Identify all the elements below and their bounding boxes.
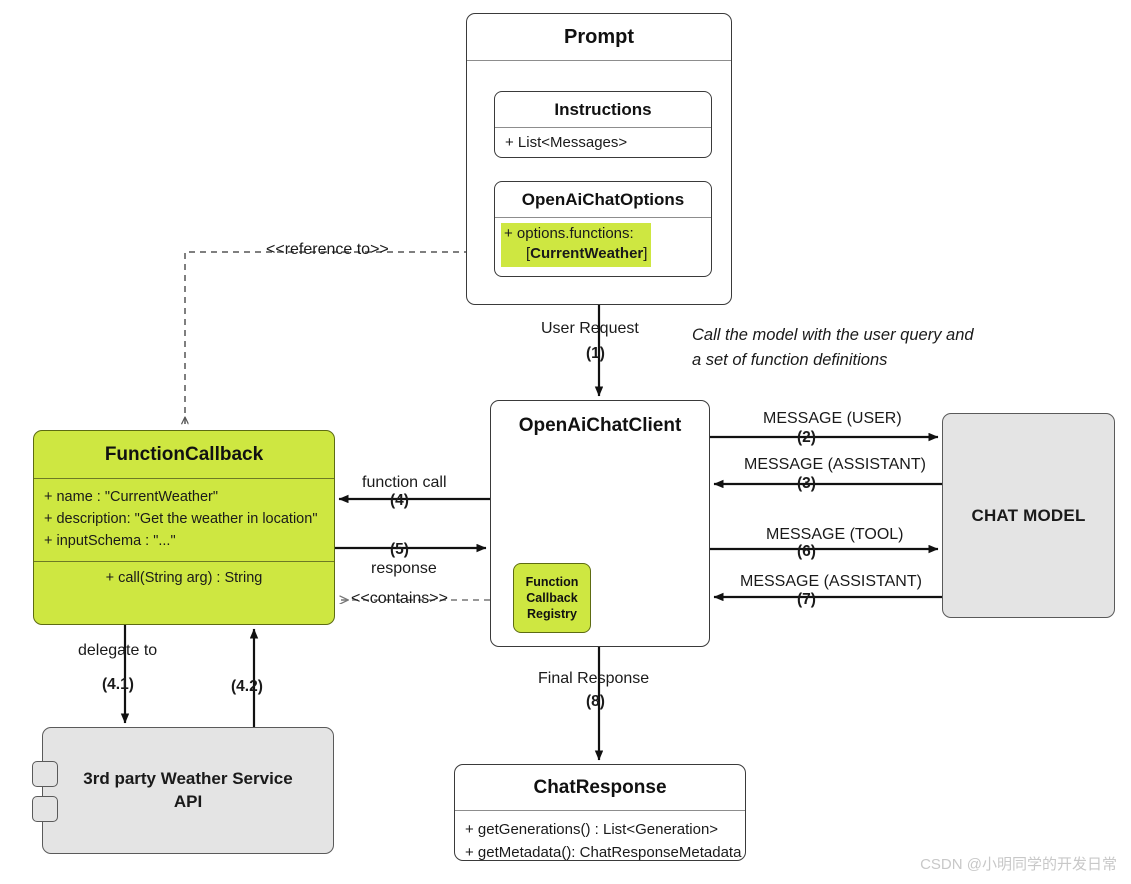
function-callback-operations: + call(String arg) : String	[105, 570, 263, 587]
instructions-attribute: + List<Messages>	[505, 134, 628, 151]
reference-to-label: <<reference to>>	[266, 241, 389, 258]
function-call-label: function call	[362, 474, 447, 491]
call-model-note: Call the model with the user query and a…	[692, 326, 974, 369]
openai-chat-options-title: OpenAiChatOptions	[521, 190, 685, 209]
diagram-canvas: Prompt Instructions + List<Messages> Ope…	[0, 0, 1131, 884]
function-callback-attributes: + name : "CurrentWeather" + description:…	[34, 479, 334, 561]
user-request-label: User Request	[541, 320, 639, 337]
message-tool-label: MESSAGE (TOOL)	[766, 526, 904, 543]
function-callback-registry-box: Function Callback Registry	[513, 563, 591, 633]
instructions-class-box: Instructions + List<Messages>	[494, 91, 712, 158]
message-assistant-1-step: (3)	[797, 475, 816, 492]
attribute-row: + name : "CurrentWeather"	[44, 489, 219, 505]
weather-service-box: 3rd party Weather Service API	[42, 727, 334, 854]
prompt-separator	[467, 60, 731, 61]
final-response-step: (8)	[586, 693, 605, 710]
operation-row: + getMetadata(): ChatResponseMetadata	[465, 843, 742, 861]
options-functions-value: CurrentWeather	[530, 245, 644, 263]
options-functions-bracket-close: ]	[643, 245, 648, 263]
instructions-title: Instructions	[554, 100, 652, 119]
prompt-class-box: Prompt Instructions + List<Messages> Ope…	[466, 13, 732, 305]
chat-model-label: CHAT MODEL	[971, 505, 1086, 525]
openai-chat-options-attribute: + options.functions: [CurrentWeather]	[495, 218, 711, 272]
weather-service-line-2: API	[173, 791, 203, 811]
message-assistant-2-step: (7)	[797, 591, 816, 608]
function-callback-registry-label: Function Callback Registry	[526, 574, 579, 622]
contains-label: <<contains>>	[351, 590, 448, 607]
chat-response-title: ChatResponse	[533, 777, 667, 798]
function-call-step: (4)	[390, 492, 409, 509]
attribute-row: + description: "Get the weather in locat…	[44, 510, 318, 527]
delegate-to-label: delegate to	[78, 642, 158, 659]
openai-chat-client-box: OpenAiChatClient Function Callback Regis…	[490, 400, 710, 647]
message-tool-step: (6)	[797, 543, 816, 560]
csdn-watermark: CSDN @小明同学的开发日常	[920, 856, 1117, 873]
options-functions-bracket-open: [	[526, 245, 531, 263]
weather-service-port-icon-bottom	[32, 796, 58, 822]
weather-service-line-1: 3rd party Weather Service	[83, 768, 293, 788]
message-user-step: (2)	[797, 429, 816, 446]
prompt-title: Prompt	[564, 26, 634, 48]
function-callback-class-box: FunctionCallback + name : "CurrentWeathe…	[33, 430, 335, 625]
response-step: (5)	[390, 541, 409, 558]
chat-model-box: CHAT MODEL	[942, 413, 1115, 618]
final-response-label: Final Response	[538, 670, 650, 687]
options-functions-line1: + options.functions:	[504, 225, 634, 242]
attribute-row: + inputSchema : "..."	[44, 532, 176, 549]
openai-chat-options-class-box: OpenAiChatOptions + options.functions: [C…	[494, 181, 712, 277]
weather-service-port-icon-top	[32, 761, 58, 787]
registry-line-2: Callback	[526, 591, 578, 605]
options-functions-highlight: + options.functions: [CurrentWeather]	[501, 223, 652, 267]
message-assistant-1-label: MESSAGE (ASSISTANT)	[744, 456, 926, 473]
message-assistant-2-label: MESSAGE (ASSISTANT)	[740, 573, 922, 590]
chat-response-class-box: ChatResponse + getGenerations() : List<G…	[454, 764, 746, 861]
registry-line-1: Function	[525, 575, 579, 589]
openai-chat-client-title: OpenAiChatClient	[518, 415, 682, 436]
message-user-label: MESSAGE (USER)	[763, 410, 902, 427]
registry-line-3: Registry	[526, 607, 577, 621]
delegate-to-step: (4.1)	[102, 676, 134, 693]
function-callback-title: FunctionCallback	[104, 444, 264, 465]
operation-row: + getGenerations() : List<Generation>	[465, 821, 719, 838]
delegate-return-step: (4.2)	[231, 678, 263, 695]
weather-service-label: 3rd party Weather Service API	[83, 768, 292, 814]
chat-response-operations: + getGenerations() : List<Generation> + …	[455, 811, 745, 861]
user-request-step: (1)	[586, 345, 605, 362]
response-label: response	[371, 560, 437, 577]
